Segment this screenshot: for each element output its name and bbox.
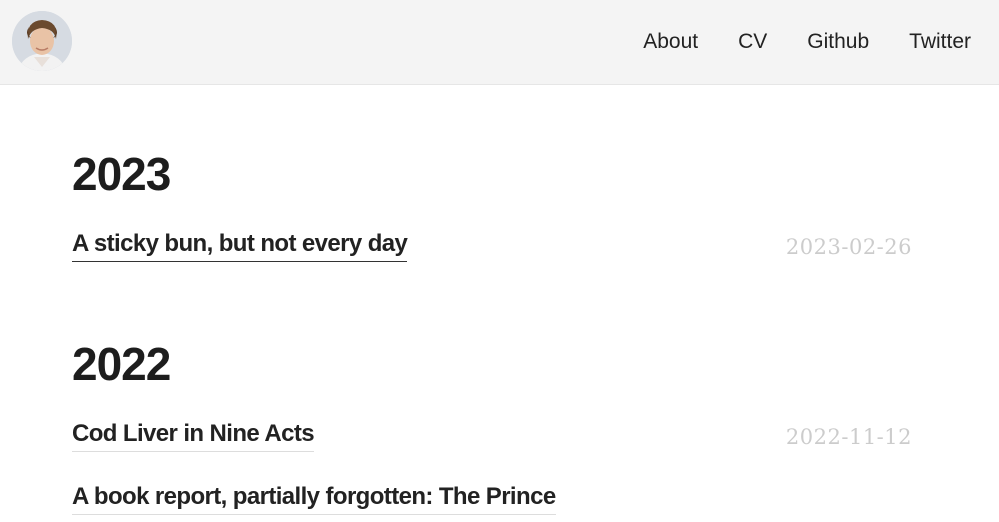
post-list-item: A sticky bun, but not every day 2023-02-… [72, 229, 912, 269]
avatar[interactable] [12, 11, 72, 71]
post-date: 2023-02-26 [785, 235, 912, 259]
main-nav: About CV Github Twitter [603, 28, 971, 56]
nav-about-link[interactable]: About [643, 28, 698, 56]
post-title-link[interactable]: Cod Liver in Nine Acts [72, 419, 315, 452]
post-date: 2022-11-12 [785, 425, 912, 449]
year-heading-2022: 2022 [72, 338, 171, 390]
nav-twitter-link[interactable]: Twitter [909, 28, 971, 56]
site-header: About CV Github Twitter [0, 0, 999, 85]
avatar-portrait-icon [12, 11, 72, 71]
post-title-link[interactable]: A book report, partially forgotten: The … [72, 482, 556, 515]
nav-cv-link[interactable]: CV [738, 28, 767, 56]
post-list-item: Cod Liver in Nine Acts 2022-11-12 [72, 419, 912, 459]
post-title-link[interactable]: A sticky bun, but not every day [72, 229, 408, 262]
nav-github-link[interactable]: Github [807, 28, 869, 56]
post-list-item: A book report, partially forgotten: The … [72, 482, 912, 522]
year-heading-2023: 2023 [72, 148, 171, 200]
